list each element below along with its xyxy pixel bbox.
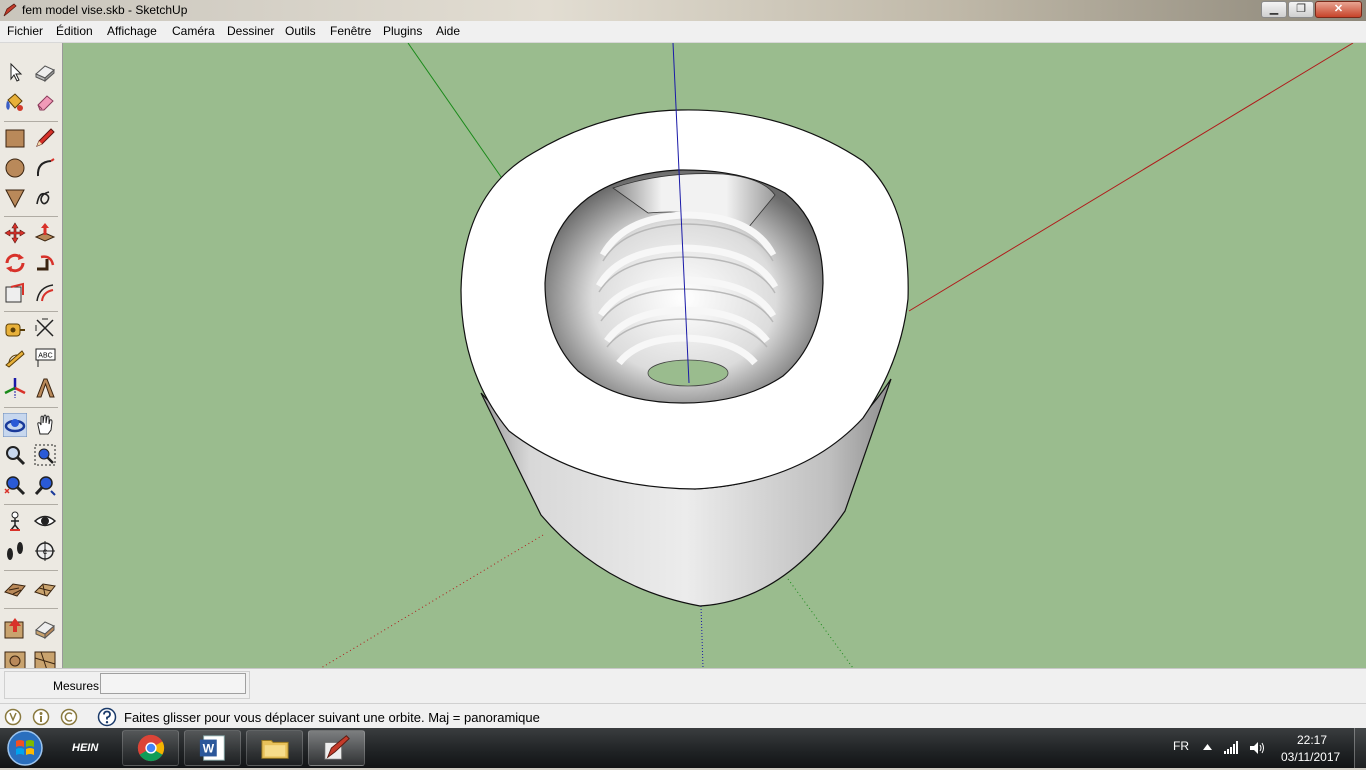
arc-icon[interactable]	[33, 156, 57, 180]
minimize-button[interactable]: ▁	[1261, 1, 1287, 18]
look-around-icon[interactable]	[33, 509, 57, 533]
rectangle-icon[interactable]	[3, 126, 27, 150]
menu-affichage[interactable]: Affichage	[107, 24, 157, 38]
measurements-input[interactable]	[100, 673, 246, 694]
toolbar-separator	[4, 311, 58, 312]
copyright-icon[interactable]	[60, 708, 78, 726]
circle-icon[interactable]	[3, 156, 27, 180]
taskbar-hein-app[interactable]: HEIN	[60, 730, 117, 766]
add-location-icon[interactable]	[3, 616, 27, 640]
toolbar-separator	[4, 407, 58, 408]
zoom-window-icon[interactable]	[33, 443, 57, 467]
toolbar-separator	[4, 570, 58, 571]
modeling-viewport[interactable]	[63, 43, 1366, 668]
3d-scene[interactable]	[63, 43, 1366, 668]
select-icon[interactable]	[3, 60, 27, 84]
sandbox-from-scratch-icon[interactable]	[33, 578, 57, 602]
title-bar: fem model vise.skb - SketchUp ▁ ❐ ✕	[0, 0, 1366, 21]
move-icon[interactable]	[3, 221, 27, 245]
sketchup-app-icon	[3, 3, 17, 17]
measurements-label: Mesures	[53, 679, 100, 693]
status-hint: Faites glisser pour vous déplacer suivan…	[124, 710, 540, 725]
red-axis	[908, 43, 1354, 312]
orbit-icon[interactable]	[3, 413, 27, 437]
green-axis	[407, 43, 507, 185]
text-icon[interactable]: ABC	[33, 346, 57, 370]
svg-text:C: C	[43, 550, 48, 556]
sketchup-icon	[324, 735, 350, 760]
network-signal-icon[interactable]	[1224, 740, 1240, 754]
menu-edition[interactable]: Édition	[56, 24, 93, 38]
green-axis-negative	[787, 578, 854, 668]
word-icon: W	[199, 735, 225, 761]
svg-text:ABC: ABC	[38, 353, 52, 360]
toolbar-separator	[4, 216, 58, 217]
pan-icon[interactable]	[33, 413, 57, 437]
red-axis-negative	[320, 534, 544, 668]
help-icon[interactable]	[97, 707, 117, 727]
geolocation-icon[interactable]	[4, 708, 22, 726]
taskbar-file-explorer[interactable]	[246, 730, 303, 766]
clock-time[interactable]: 22:17	[1297, 733, 1327, 747]
tool-palette: ABC C	[0, 43, 63, 671]
menu-outils[interactable]: Outils	[285, 24, 316, 38]
push-pull-icon[interactable]	[33, 221, 57, 245]
dimension-icon[interactable]	[33, 316, 57, 340]
make-component-icon[interactable]	[33, 60, 57, 84]
menu-camera[interactable]: Caméra	[172, 24, 215, 38]
position-camera-icon[interactable]	[3, 509, 27, 533]
sandbox-from-contours-icon[interactable]	[3, 578, 27, 602]
freehand-icon[interactable]	[33, 186, 57, 210]
taskbar-sketchup[interactable]	[308, 730, 365, 766]
zoom-extents-icon[interactable]	[3, 473, 27, 497]
windows-logo-icon	[7, 730, 43, 766]
offset-icon[interactable]	[33, 281, 57, 305]
tape-measure-icon[interactable]	[3, 316, 27, 340]
folder-icon	[261, 740, 289, 759]
axes-icon[interactable]	[3, 376, 27, 400]
taskbar-chrome[interactable]	[122, 730, 179, 766]
chrome-icon	[137, 734, 165, 762]
menu-dessiner[interactable]: Dessiner	[227, 24, 274, 38]
svg-text:W: W	[203, 742, 215, 756]
rotate-icon[interactable]	[3, 251, 27, 275]
menu-bar: Fichier Édition Affichage Caméra Dessine…	[0, 21, 1366, 43]
toolbar-separator	[4, 608, 58, 609]
measurements-bar: Mesures	[0, 668, 1366, 703]
blue-axis-negative	[700, 605, 704, 668]
show-desktop-button[interactable]	[1354, 728, 1366, 768]
taskbar: HEIN W FR 22:17 03/11/2017	[0, 728, 1366, 768]
clock-date[interactable]: 03/11/2017	[1281, 750, 1340, 764]
paint-bucket-icon[interactable]	[3, 90, 27, 114]
show-hidden-icons-icon[interactable]	[1203, 743, 1212, 751]
toolbar-separator	[4, 121, 58, 122]
menu-plugins[interactable]: Plugins	[383, 24, 422, 38]
protractor-icon[interactable]	[3, 346, 27, 370]
eraser-icon[interactable]	[33, 90, 57, 114]
menu-fichier[interactable]: Fichier	[7, 24, 43, 38]
scale-icon[interactable]	[3, 281, 27, 305]
pencil-icon[interactable]	[33, 126, 57, 150]
maximize-button[interactable]: ❐	[1288, 1, 1314, 18]
menu-fenetre[interactable]: Fenêtre	[330, 24, 371, 38]
previous-view-icon[interactable]	[33, 473, 57, 497]
volume-icon[interactable]	[1249, 740, 1265, 756]
taskbar-word[interactable]: W	[184, 730, 241, 766]
3d-text-icon[interactable]	[33, 376, 57, 400]
polygon-icon[interactable]	[3, 186, 27, 210]
follow-me-icon[interactable]	[33, 251, 57, 275]
menu-aide[interactable]: Aide	[436, 24, 460, 38]
walk-icon[interactable]	[3, 539, 27, 563]
close-button[interactable]: ✕	[1315, 1, 1362, 18]
hein-app-label: HEIN	[72, 742, 99, 754]
start-button[interactable]	[5, 729, 45, 767]
window-title: fem model vise.skb - SketchUp	[22, 3, 188, 17]
section-plane-icon[interactable]: C	[33, 539, 57, 563]
status-bar: Faites glisser pour vous déplacer suivan…	[0, 703, 1366, 729]
credits-icon[interactable]	[32, 708, 50, 726]
toolbar-separator	[4, 504, 58, 505]
language-indicator[interactable]: FR	[1173, 739, 1189, 753]
zoom-icon[interactable]	[3, 443, 27, 467]
toggle-terrain-icon[interactable]	[33, 616, 57, 640]
